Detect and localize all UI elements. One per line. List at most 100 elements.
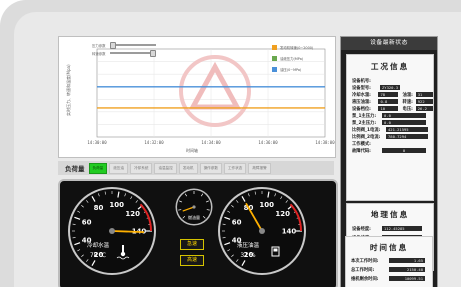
info-label: 泵_1主压力: <box>352 113 377 119</box>
info-label: 设备经度: <box>352 226 371 232</box>
gear-value: 10 <box>378 105 398 112</box>
tab-operation[interactable]: 操作参数 <box>199 162 222 174</box>
legend-swatch <box>272 44 277 50</box>
thermometer-bulb-icon <box>120 251 126 257</box>
info-label: 本次工作时间: <box>351 258 379 264</box>
tab-oil-temp[interactable]: 油温监控 <box>154 162 177 174</box>
legend-swatch <box>272 66 277 72</box>
slider-thumb[interactable] <box>110 42 116 50</box>
info-label: 维机剩余时间: <box>351 276 379 282</box>
speed-slider[interactable]: 转速参数 <box>92 50 156 58</box>
x-tick-label: 14:38:00 <box>315 140 335 145</box>
tab-bar: 负荷量 负荷量 液压油 冷却系统 油温监控 发动机 操作参数 工作状态 故障报警 <box>58 161 334 175</box>
model-value: ZY320-3 <box>380 84 401 91</box>
tab-engine[interactable]: 发动机 <box>178 162 198 174</box>
info-row: 比例阀_1电流: 421.21595 <box>352 126 433 133</box>
work-info-heading: 工况信息 <box>370 62 410 71</box>
tab-cooling[interactable]: 冷却系统 <box>130 162 153 174</box>
slider-thumb[interactable] <box>150 50 156 58</box>
legend-item: 油压(0~MPa) <box>272 64 332 74</box>
voltage-value: 26.2 <box>415 105 433 112</box>
gauge-tick-label: 100 <box>109 201 124 209</box>
time-info-box: 时间信息 本次工作时间: 1.65 总工作时间: 2150.48 维机剩余时间:… <box>345 236 433 287</box>
info-label: 故障代码: <box>352 148 371 154</box>
gauge-tick-label: 80 <box>94 204 104 212</box>
info-row: 工作模式: <box>352 140 433 147</box>
legend-item: 油液压力(MPa) <box>272 53 332 63</box>
time-info-heading: 时间信息 <box>369 243 409 252</box>
idle-button[interactable]: 急速 <box>180 239 204 250</box>
info-row: 液压油温: 0.8 转速: 922 <box>352 98 433 105</box>
longitude-value: 112.45285 <box>382 225 422 232</box>
fuel-pump-window-icon <box>273 248 278 252</box>
x-tick-label: 14:34:00 <box>201 140 221 145</box>
oil-temp-value: 31 <box>415 91 433 98</box>
gauge-tick-label: 140 <box>282 228 297 236</box>
x-tick-label: 14:30:00 <box>87 140 107 145</box>
info-row: 维机剩余时间: 10099.51 <box>351 274 432 283</box>
status-title: 设备最新状态 <box>341 37 437 50</box>
gauge-value: 31 % <box>240 252 256 259</box>
tab-work-status[interactable]: 工作状态 <box>223 162 247 174</box>
legend-label: 油液压力(MPa) <box>280 56 304 61</box>
coolant-temp-value: 78 <box>378 91 398 98</box>
remaining-time-value: 10099.51 <box>389 275 425 282</box>
legend-label: 发动机转速(0~2000) <box>280 45 314 50</box>
legend-item: 发动机转速(0~2000) <box>272 42 332 52</box>
info-label: 设备机号: <box>352 78 371 84</box>
gauge-label: 冷却水温 <box>87 241 110 249</box>
high-speed-button[interactable]: 高速 <box>180 255 204 266</box>
info-label: 设备档位: <box>352 106 371 112</box>
slider-label: 转速参数 <box>92 51 106 56</box>
info-label: 总工作时间: <box>351 267 375 273</box>
info-row: 设备经度: 112.45285 <box>352 224 433 233</box>
rpm-value: 922 <box>415 98 433 105</box>
gauge-needle <box>111 230 145 234</box>
tab-hydraulic[interactable]: 液压油 <box>109 162 129 174</box>
legend-label: 油压(0~MPa) <box>280 67 302 72</box>
gauge-hub <box>259 228 265 234</box>
x-tick-label: 14:36:00 <box>258 140 278 145</box>
info-label: 泵_2主压力: <box>352 120 377 126</box>
pressure-slider[interactable]: 压力参数 <box>92 42 156 50</box>
gauge-label: 液压油温 <box>237 241 260 249</box>
gauge-value: 78 ℃ <box>90 252 107 259</box>
chart-y-axis-label: 实时压力、转速和温度(Mpa) <box>66 64 71 116</box>
legend-swatch <box>272 55 277 61</box>
gauge-panel: 20406080100120140冷却水温78 ℃ 燃油量 2040608010… <box>58 179 338 287</box>
geo-info-heading: 地理信息 <box>370 210 410 219</box>
slider-label: 压力参数 <box>92 43 106 48</box>
tab-fault[interactable]: 故障报警 <box>248 162 271 174</box>
info-row: 设备型号: ZY320-3 <box>352 84 433 91</box>
chart-legend: 发动机转速(0~2000) 油液压力(MPa) 油压(0~MPa) <box>272 42 332 75</box>
total-time-value: 2150.48 <box>389 266 425 273</box>
tab-load[interactable]: 负荷量 <box>88 162 108 174</box>
session-time-value: 1.65 <box>389 257 425 264</box>
chart-x-axis-label: 时间轴 <box>186 148 198 153</box>
coolant-temp-gauge: 20406080100120140冷却水温78 ℃ <box>68 187 156 275</box>
info-label: 电压: <box>402 106 413 112</box>
info-row: 总工作时间: 2150.48 <box>351 265 432 274</box>
fuel-gauge: 燃油量 <box>175 188 213 226</box>
info-label: 比例阀_2电流: <box>352 134 381 140</box>
info-row: 故障代码: 0 <box>352 147 433 154</box>
valve2-current-value: 780.7294 <box>386 133 428 140</box>
work-info-box: 工况信息 设备机号: 设备型号: ZY320-3 冷却水温: 78 油温: 31… <box>346 54 434 201</box>
info-row: 泵_1主压力: 0.0 <box>352 112 433 119</box>
gauge-tick-label: 60 <box>232 218 242 226</box>
fault-code-value: 0 <box>382 147 426 154</box>
hydraulic-oil-value: 0.8 <box>378 98 398 105</box>
info-label: 液压油温: <box>352 99 371 105</box>
info-label: 转速: <box>402 99 413 105</box>
small-gauge-label: 燃油量 <box>188 214 200 220</box>
info-row: 冷却水温: 78 油温: 31 <box>352 91 433 98</box>
info-row: 泵_2主压力: 0.0 <box>352 119 433 126</box>
tab-bar-title: 负荷量 <box>65 165 85 173</box>
slider-track[interactable] <box>110 42 156 50</box>
x-tick-label: 14:32:00 <box>144 140 164 145</box>
gauge-tick-label: 100 <box>259 201 274 209</box>
gauge-hub <box>109 228 115 234</box>
hydraulic-oil-gauge: 20406080100120140液压油温31 % <box>218 187 306 275</box>
slider-track[interactable] <box>110 50 156 58</box>
info-row: 本次工作时间: 1.65 <box>351 256 432 265</box>
